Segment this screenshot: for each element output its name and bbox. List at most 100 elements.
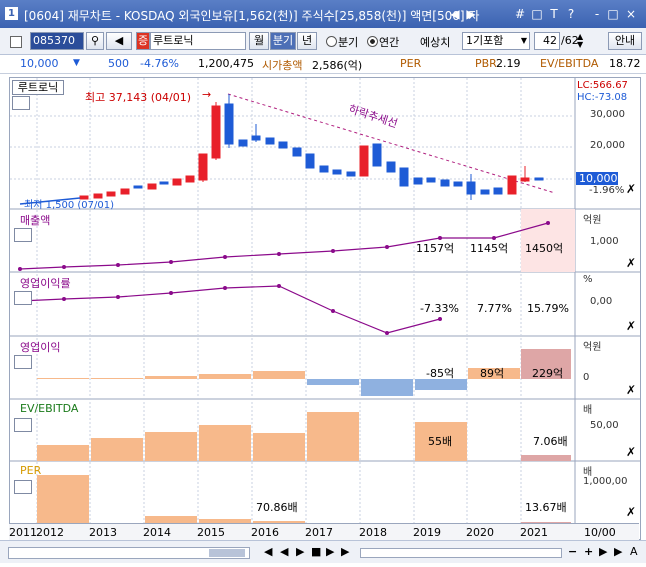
margin-unit: %	[583, 274, 593, 285]
margin-settings-icon[interactable]	[14, 291, 32, 305]
window-icon: 1	[5, 7, 18, 20]
year-tick: 2017	[305, 526, 333, 539]
window-title: [0604] 재무차트 - KOSDAQ 외국인보유[1,562(천)] 주식수…	[24, 9, 480, 23]
radio-annual[interactable]	[367, 36, 378, 47]
stop-icon[interactable]: ■	[311, 545, 321, 558]
chart-area[interactable]: 루트로닉 최고 37,143 (04/01) → 하락추세선 최저 1,500 …	[9, 77, 641, 540]
last-icon[interactable]: ▶	[341, 545, 349, 558]
oper-neg-bars	[307, 379, 467, 396]
month-button[interactable]: 월	[249, 32, 269, 50]
grid-icon[interactable]	[10, 36, 22, 48]
x-axis: 2011 2012 2013 2014 2015 2016 2017 2018 …	[9, 523, 639, 540]
radio-quarter[interactable]	[326, 36, 337, 47]
year-tick: 2013	[89, 526, 117, 539]
first-icon[interactable]: ◀	[264, 545, 272, 558]
trend-line	[227, 93, 556, 194]
zoom-slider[interactable]	[360, 548, 562, 558]
collapse-icon[interactable]: ▶	[599, 545, 607, 558]
zoom-out-icon[interactable]: −	[568, 545, 577, 558]
margin-value-2020: 7.77%	[477, 302, 512, 315]
stock-label-box: 루트로닉	[12, 80, 64, 95]
ev-scale: 50,00	[590, 420, 619, 431]
revenue-value-2020: 1145억	[470, 242, 509, 255]
estimate-label: 예상치	[420, 36, 451, 49]
stock-tag: 증	[136, 32, 150, 50]
close-icon[interactable]: ×	[624, 7, 638, 21]
next-icon[interactable]: ▶	[326, 545, 334, 558]
scrollbar[interactable]	[8, 547, 250, 559]
per-value-2016: 70.86배	[256, 501, 298, 514]
ev-settings-icon[interactable]	[14, 418, 32, 432]
stock-name-input[interactable]: 루트로닉	[150, 32, 246, 50]
price-settings-icon[interactable]	[12, 96, 30, 110]
per-panel-label: PER	[20, 464, 42, 477]
margin-line	[19, 285, 441, 334]
year-button[interactable]: 년	[297, 32, 317, 50]
guide-button[interactable]: 안내	[608, 32, 642, 50]
close-panel-icon[interactable]: ✗	[626, 383, 636, 397]
close-panel-icon[interactable]: ✗	[626, 445, 636, 459]
oper-scale: 0	[583, 372, 590, 383]
lc-value: LC:566.67	[577, 80, 628, 91]
price-scale-pct: -1.96%	[589, 185, 625, 196]
sound-icon[interactable]: ◀	[106, 32, 132, 50]
year-tick: 2015	[197, 526, 225, 539]
price-scale-30000: 30,000	[590, 109, 625, 120]
close-panel-icon[interactable]: ✗	[626, 319, 636, 333]
year-tick: 2019	[413, 526, 441, 539]
prev-icon[interactable]: ◀	[448, 7, 462, 21]
ev-value-2021: 7.06배	[533, 435, 568, 448]
margin-value-2021: 15.79%	[527, 302, 569, 315]
hash-icon[interactable]: #	[513, 7, 527, 21]
box-icon[interactable]: □	[530, 7, 544, 21]
year-tick: 2016	[251, 526, 279, 539]
play-icon[interactable]: ▶	[296, 545, 304, 558]
year-tick: 2021	[520, 526, 548, 539]
next-icon[interactable]: ▶	[464, 7, 478, 21]
code-input[interactable]: 085370	[30, 32, 84, 50]
mktcap-label: 시가총액	[262, 59, 303, 72]
volume: 1,200,475	[198, 57, 254, 70]
revenue-value-2019: 1157억	[416, 242, 455, 255]
revenue-value-2021: 1450억	[525, 242, 564, 255]
year-tick: 2018	[359, 526, 387, 539]
margin-label: 영업이익률	[20, 277, 71, 290]
oper-settings-icon[interactable]	[14, 355, 32, 369]
close-panel-icon[interactable]: ✗	[626, 505, 636, 519]
margin-value-2019: -7.33%	[420, 302, 459, 315]
oper-value-2020: 89억	[480, 367, 505, 380]
per-settings-icon[interactable]	[14, 480, 32, 494]
prev-icon[interactable]: ◀	[280, 545, 288, 558]
close-panel-icon[interactable]: ✗	[626, 182, 636, 196]
toolbar: 085370 ⚲ ◀ 증 루트로닉 월 분기 년 분기 연간 예상치 1기포함 ▼…	[0, 28, 646, 55]
help-icon[interactable]: ?	[564, 7, 578, 21]
oper-value-2021: 229억	[532, 367, 564, 380]
revenue-settings-icon[interactable]	[14, 228, 32, 242]
mktcap-value: 2,586(억)	[312, 59, 363, 72]
estimate-select[interactable]: 1기포함 ▼	[462, 32, 530, 50]
expand-icon[interactable]: ▶	[614, 545, 622, 558]
change-percent: -4.76%	[140, 57, 179, 70]
quarter-button[interactable]: 분기	[270, 32, 296, 50]
year-tick: 2012	[36, 526, 64, 539]
year-tick: 2020	[466, 526, 494, 539]
page-input[interactable]: 42	[534, 32, 560, 50]
text-size-icon[interactable]: A	[630, 545, 638, 558]
revenue-line	[19, 222, 549, 270]
low-label: 최저 1,500 (07/01)	[24, 200, 115, 211]
year-tick: 2014	[143, 526, 171, 539]
page-arrows-icon[interactable]: ▲ ▼	[577, 33, 583, 49]
text-icon[interactable]: T	[547, 7, 561, 21]
per-label: PER	[400, 57, 422, 70]
close-panel-icon[interactable]: ✗	[626, 256, 636, 270]
oper-label: 영업이익	[20, 341, 61, 354]
pbr-value: 2.19	[496, 57, 521, 70]
margin-dots	[18, 284, 442, 335]
zoom-in-icon[interactable]: +	[584, 545, 593, 558]
year-tick: 2011	[9, 526, 37, 539]
maximize-icon[interactable]: □	[606, 7, 620, 21]
scroll-thumb[interactable]	[209, 549, 245, 557]
minimize-icon[interactable]: -	[590, 7, 604, 21]
date-tick: 10/00	[584, 526, 616, 539]
search-icon[interactable]: ⚲	[86, 32, 104, 50]
